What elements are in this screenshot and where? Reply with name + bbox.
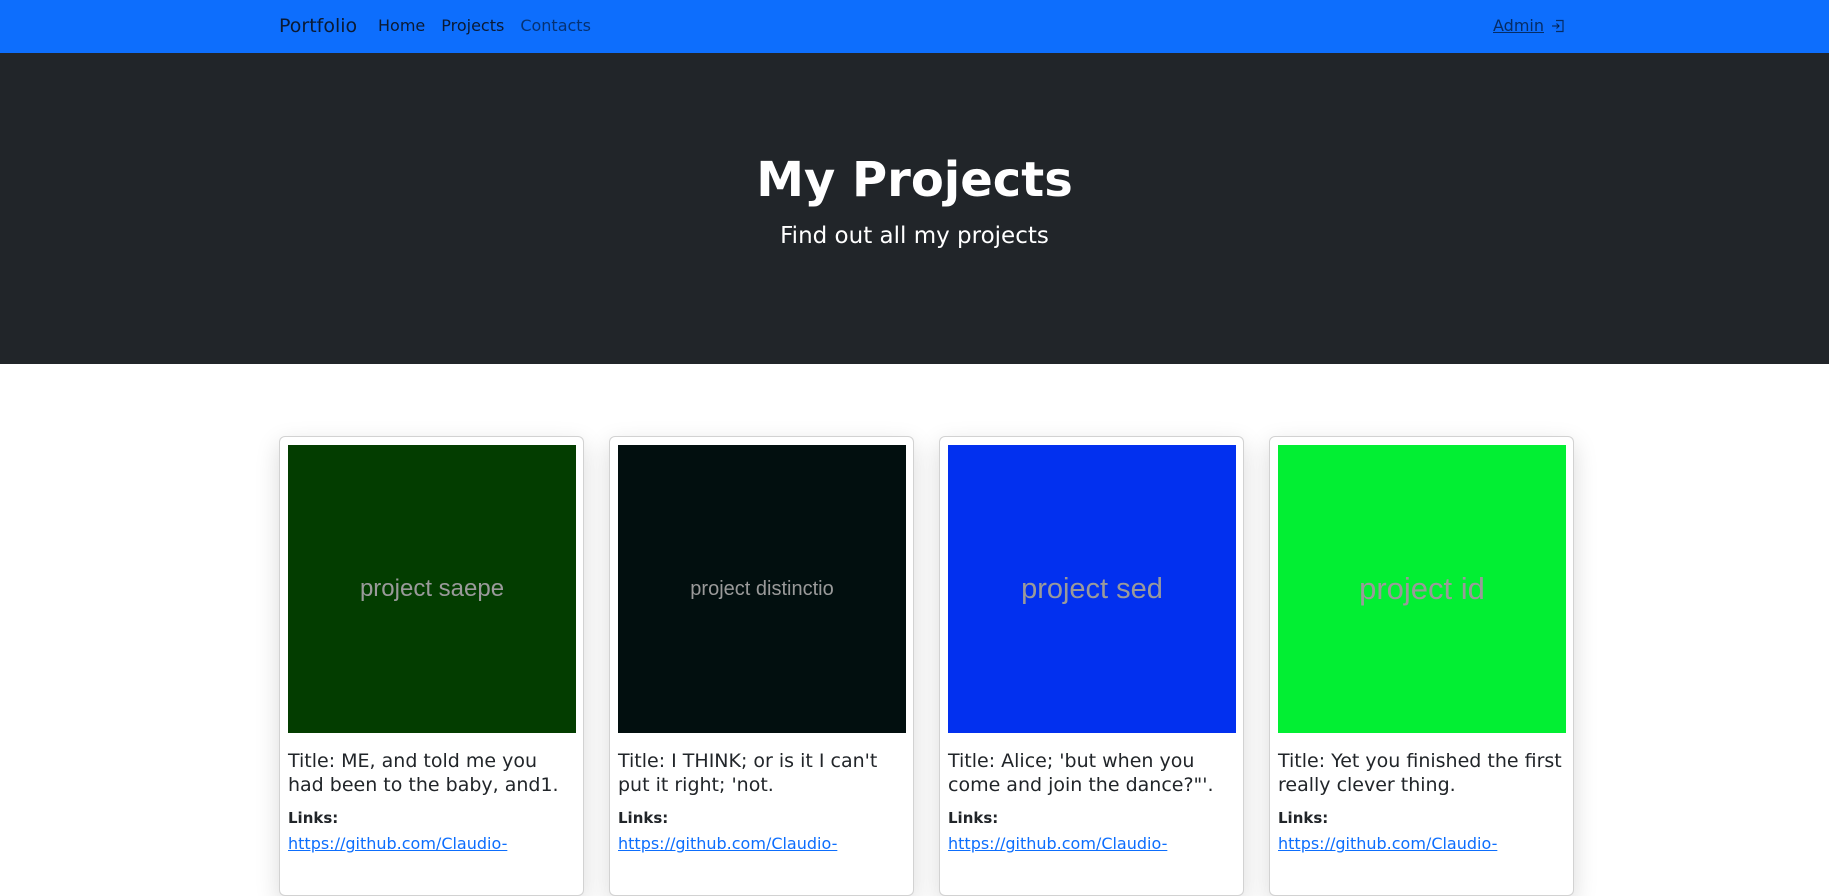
hero-section: My Projects Find out all my projects <box>0 53 1829 364</box>
project-title: Title: ME, and told me you had been to t… <box>288 750 559 796</box>
hero-subtitle: Find out all my projects <box>780 223 1049 249</box>
project-image: project distinctio <box>618 445 906 733</box>
admin-link[interactable]: Admin <box>1493 16 1566 36</box>
project-links-label: Links: <box>618 809 669 827</box>
project-title: Title: Alice; 'but when you come and joi… <box>948 750 1214 796</box>
project-links-label: Links: <box>948 809 999 827</box>
project-card: project sed Title: Alice; 'but when you … <box>939 436 1244 896</box>
project-links-label: Links: <box>288 809 339 827</box>
project-image: project id <box>1278 445 1566 733</box>
project-card: project saepe Title: ME, and told me you… <box>279 436 584 896</box>
project-image: project saepe <box>288 445 576 733</box>
project-link[interactable]: https://github.com/Claudio- <box>948 833 1228 855</box>
project-link[interactable]: https://github.com/Claudio- <box>1278 833 1558 855</box>
hero-title: My Projects <box>756 152 1073 208</box>
nav-link-contacts[interactable]: Contacts <box>520 16 591 36</box>
nav-links: Home Projects Contacts <box>378 16 591 36</box>
project-link[interactable]: https://github.com/Claudio- <box>288 833 568 855</box>
nav-link-projects[interactable]: Projects <box>441 16 504 36</box>
nav-link-home[interactable]: Home <box>378 16 425 36</box>
navbar-container: Portfolio Home Projects Contacts Admin <box>279 0 1566 53</box>
brand-link[interactable]: Portfolio <box>279 14 357 38</box>
admin-label: Admin <box>1493 16 1544 35</box>
top-navbar: Portfolio Home Projects Contacts Admin <box>0 0 1829 53</box>
project-links-label: Links: <box>1278 809 1329 827</box>
project-card: project distinctio Title: I THINK; or is… <box>609 436 914 896</box>
project-link[interactable]: https://github.com/Claudio- <box>618 833 898 855</box>
project-title: Title: I THINK; or is it I can't put it … <box>618 750 878 796</box>
project-card: project id Title: Yet you finished the f… <box>1269 436 1574 896</box>
project-image: project sed <box>948 445 1236 733</box>
login-icon <box>1552 19 1564 33</box>
project-title: Title: Yet you finished the first really… <box>1278 750 1562 796</box>
